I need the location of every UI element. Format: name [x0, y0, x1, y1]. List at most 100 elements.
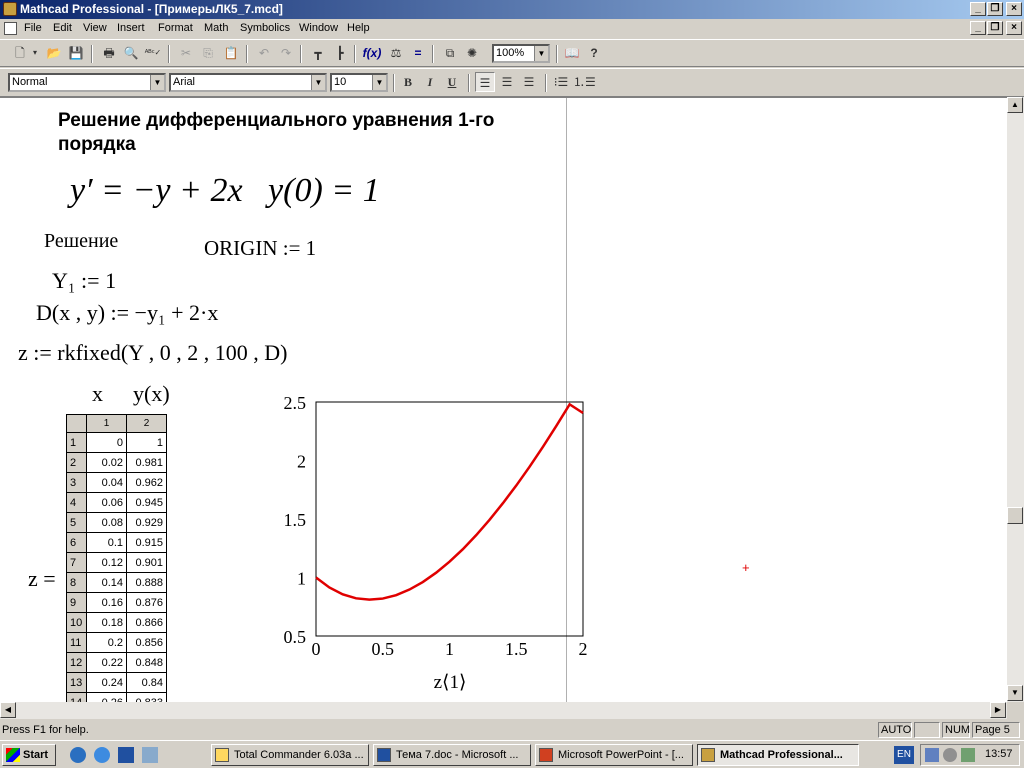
xy-plot[interactable]: 00.511.520.511.522.5z⟨1⟩z⟨2⟩: [270, 388, 600, 702]
numbered-list-icon[interactable]: ⒈☰: [573, 72, 596, 92]
worksheet-heading[interactable]: Решение дифференциального уравнения 1-го…: [58, 109, 558, 157]
horizontal-scrollbar[interactable]: ◀ ▶: [0, 702, 1007, 719]
language-indicator[interactable]: EN: [894, 746, 914, 764]
table-cell[interactable]: 0.848: [126, 652, 167, 673]
table-cell[interactable]: 0.26: [86, 692, 127, 702]
show-desktop-icon[interactable]: [70, 747, 86, 763]
table-row[interactable]: 2 0.02 0.981: [66, 452, 167, 473]
component-wizard-icon[interactable]: ⧉: [440, 43, 460, 63]
table-cell[interactable]: 0.08: [86, 512, 127, 533]
vertical-scrollbar[interactable]: ▲ ▼: [1007, 97, 1024, 702]
task-mathcad[interactable]: Mathcad Professional...: [697, 744, 859, 766]
table-cell[interactable]: 0.962: [126, 472, 167, 493]
tray-network-icon[interactable]: [925, 748, 939, 762]
worksheet[interactable]: Решение дифференциального уравнения 1-го…: [0, 97, 1007, 702]
vertical-scroll-thumb[interactable]: [1007, 507, 1023, 524]
menu-window[interactable]: Window: [299, 22, 338, 34]
table-cell[interactable]: 0.16: [86, 592, 127, 613]
table-cell[interactable]: 0: [86, 432, 127, 453]
table-row[interactable]: 6 0.1 0.915: [66, 532, 167, 553]
scroll-left-arrow-icon[interactable]: ◀: [0, 702, 16, 718]
table-cell[interactable]: 0.888: [126, 572, 167, 593]
table-row[interactable]: 12 0.22 0.848: [66, 652, 167, 673]
table-row[interactable]: 8 0.14 0.888: [66, 572, 167, 593]
menu-format[interactable]: Format: [158, 22, 193, 34]
new-dropdown-icon[interactable]: ▾: [30, 43, 40, 63]
maximize-button[interactable]: ❐: [987, 2, 1003, 16]
table-cell[interactable]: 0.06: [86, 492, 127, 513]
z-result-table[interactable]: 1 2 1 0 1 2 0.02 0.981 3 0.04 0.962 4 0.06 0.945 5 0.…: [66, 414, 167, 702]
menu-insert[interactable]: Insert: [117, 22, 145, 34]
table-cell[interactable]: 0.901: [126, 552, 167, 573]
table-cell[interactable]: 0.24: [86, 672, 127, 693]
align-across-icon[interactable]: ┳: [308, 43, 328, 63]
table-row[interactable]: 4 0.06 0.945: [66, 492, 167, 513]
collaboratory-icon[interactable]: 📖: [562, 43, 582, 63]
underline-button[interactable]: U: [442, 72, 462, 92]
zoom-select[interactable]: 100% ▼: [492, 44, 550, 63]
rkfixed-definition[interactable]: z := rkfixed(Y , 0 , 2 , 100 , D): [18, 340, 287, 366]
insert-function-icon[interactable]: f(x): [362, 43, 382, 63]
table-row[interactable]: 11 0.2 0.856: [66, 632, 167, 653]
bold-button[interactable]: B: [398, 72, 418, 92]
table-cell[interactable]: 0.833: [126, 692, 167, 702]
origin-definition[interactable]: ORIGIN := 1: [204, 236, 316, 261]
menu-help[interactable]: Help: [347, 22, 370, 34]
insert-unit-icon[interactable]: ⚖: [386, 43, 406, 63]
undo-icon[interactable]: ↶: [254, 43, 274, 63]
redo-icon[interactable]: ↷: [276, 43, 296, 63]
table-row[interactable]: 7 0.12 0.901: [66, 552, 167, 573]
copy-icon[interactable]: ⎘: [198, 43, 218, 63]
menu-symbolics[interactable]: Symbolics: [240, 22, 290, 34]
table-cell[interactable]: 0.945: [126, 492, 167, 513]
d-function-definition[interactable]: D(x , y) := −y₁ + 2·x: [36, 300, 218, 326]
italic-button[interactable]: I: [420, 72, 440, 92]
table-cell[interactable]: 0.18: [86, 612, 127, 633]
size-dropdown-arrow[interactable]: ▼: [372, 75, 386, 90]
style-dropdown-arrow[interactable]: ▼: [150, 75, 164, 90]
bullet-list-icon[interactable]: ⁝☰: [551, 72, 571, 92]
table-cell[interactable]: 1: [126, 432, 167, 453]
table-cell[interactable]: 0.856: [126, 632, 167, 653]
tray-app-icon[interactable]: [943, 748, 957, 762]
font-select[interactable]: Arial ▼: [169, 73, 327, 92]
minimize-button[interactable]: _: [970, 2, 986, 16]
task-powerpoint[interactable]: Microsoft PowerPoint - [...: [535, 744, 693, 766]
solution-label[interactable]: Решение: [44, 230, 118, 253]
scroll-down-arrow-icon[interactable]: ▼: [1007, 685, 1023, 701]
cut-icon[interactable]: ✂: [176, 43, 196, 63]
start-button[interactable]: Start: [2, 744, 56, 766]
task-total-commander[interactable]: Total Commander 6.03a ...: [211, 744, 369, 766]
y-initial-definition[interactable]: Y₁ := 1: [52, 268, 116, 294]
doc-close-button[interactable]: ×: [1006, 21, 1022, 35]
align-center-icon[interactable]: ☰: [497, 72, 517, 92]
scroll-right-arrow-icon[interactable]: ▶: [990, 702, 1006, 718]
task-word-document[interactable]: Тема 7.doc - Microsoft ...: [373, 744, 531, 766]
doc-minimize-button[interactable]: _: [970, 21, 986, 35]
document-icon[interactable]: [4, 22, 17, 35]
spell-check-icon[interactable]: ᴬᴮᶜ✓: [143, 43, 163, 63]
table-cell[interactable]: 0.2: [86, 632, 127, 653]
table-cell[interactable]: 0.915: [126, 532, 167, 553]
open-folder-icon[interactable]: 📂: [44, 43, 64, 63]
print-preview-icon[interactable]: 🔍: [121, 43, 141, 63]
resource-center-icon[interactable]: ✺: [462, 43, 482, 63]
table-cell[interactable]: 0.929: [126, 512, 167, 533]
calculate-icon[interactable]: =: [408, 43, 428, 63]
scroll-up-arrow-icon[interactable]: ▲: [1007, 97, 1023, 113]
save-icon[interactable]: 💾: [66, 43, 86, 63]
table-cell[interactable]: 0.14: [86, 572, 127, 593]
ode-equation[interactable]: y′ = −y + 2x y(0) = 1: [70, 172, 380, 210]
align-down-icon[interactable]: ┣: [330, 43, 350, 63]
print-icon[interactable]: 🖶: [99, 43, 119, 63]
close-button[interactable]: ×: [1006, 2, 1022, 16]
doc-restore-button[interactable]: ❐: [987, 21, 1003, 35]
table-cell[interactable]: 0.04: [86, 472, 127, 493]
table-cell[interactable]: 0.1: [86, 532, 127, 553]
table-row[interactable]: 101: [66, 432, 167, 453]
table-row[interactable]: 10 0.18 0.866: [66, 612, 167, 633]
menu-math[interactable]: Math: [204, 22, 228, 34]
table-cell[interactable]: 0.84: [126, 672, 167, 693]
quicklaunch-app-icon[interactable]: [142, 747, 158, 763]
table-row[interactable]: 5 0.08 0.929: [66, 512, 167, 533]
